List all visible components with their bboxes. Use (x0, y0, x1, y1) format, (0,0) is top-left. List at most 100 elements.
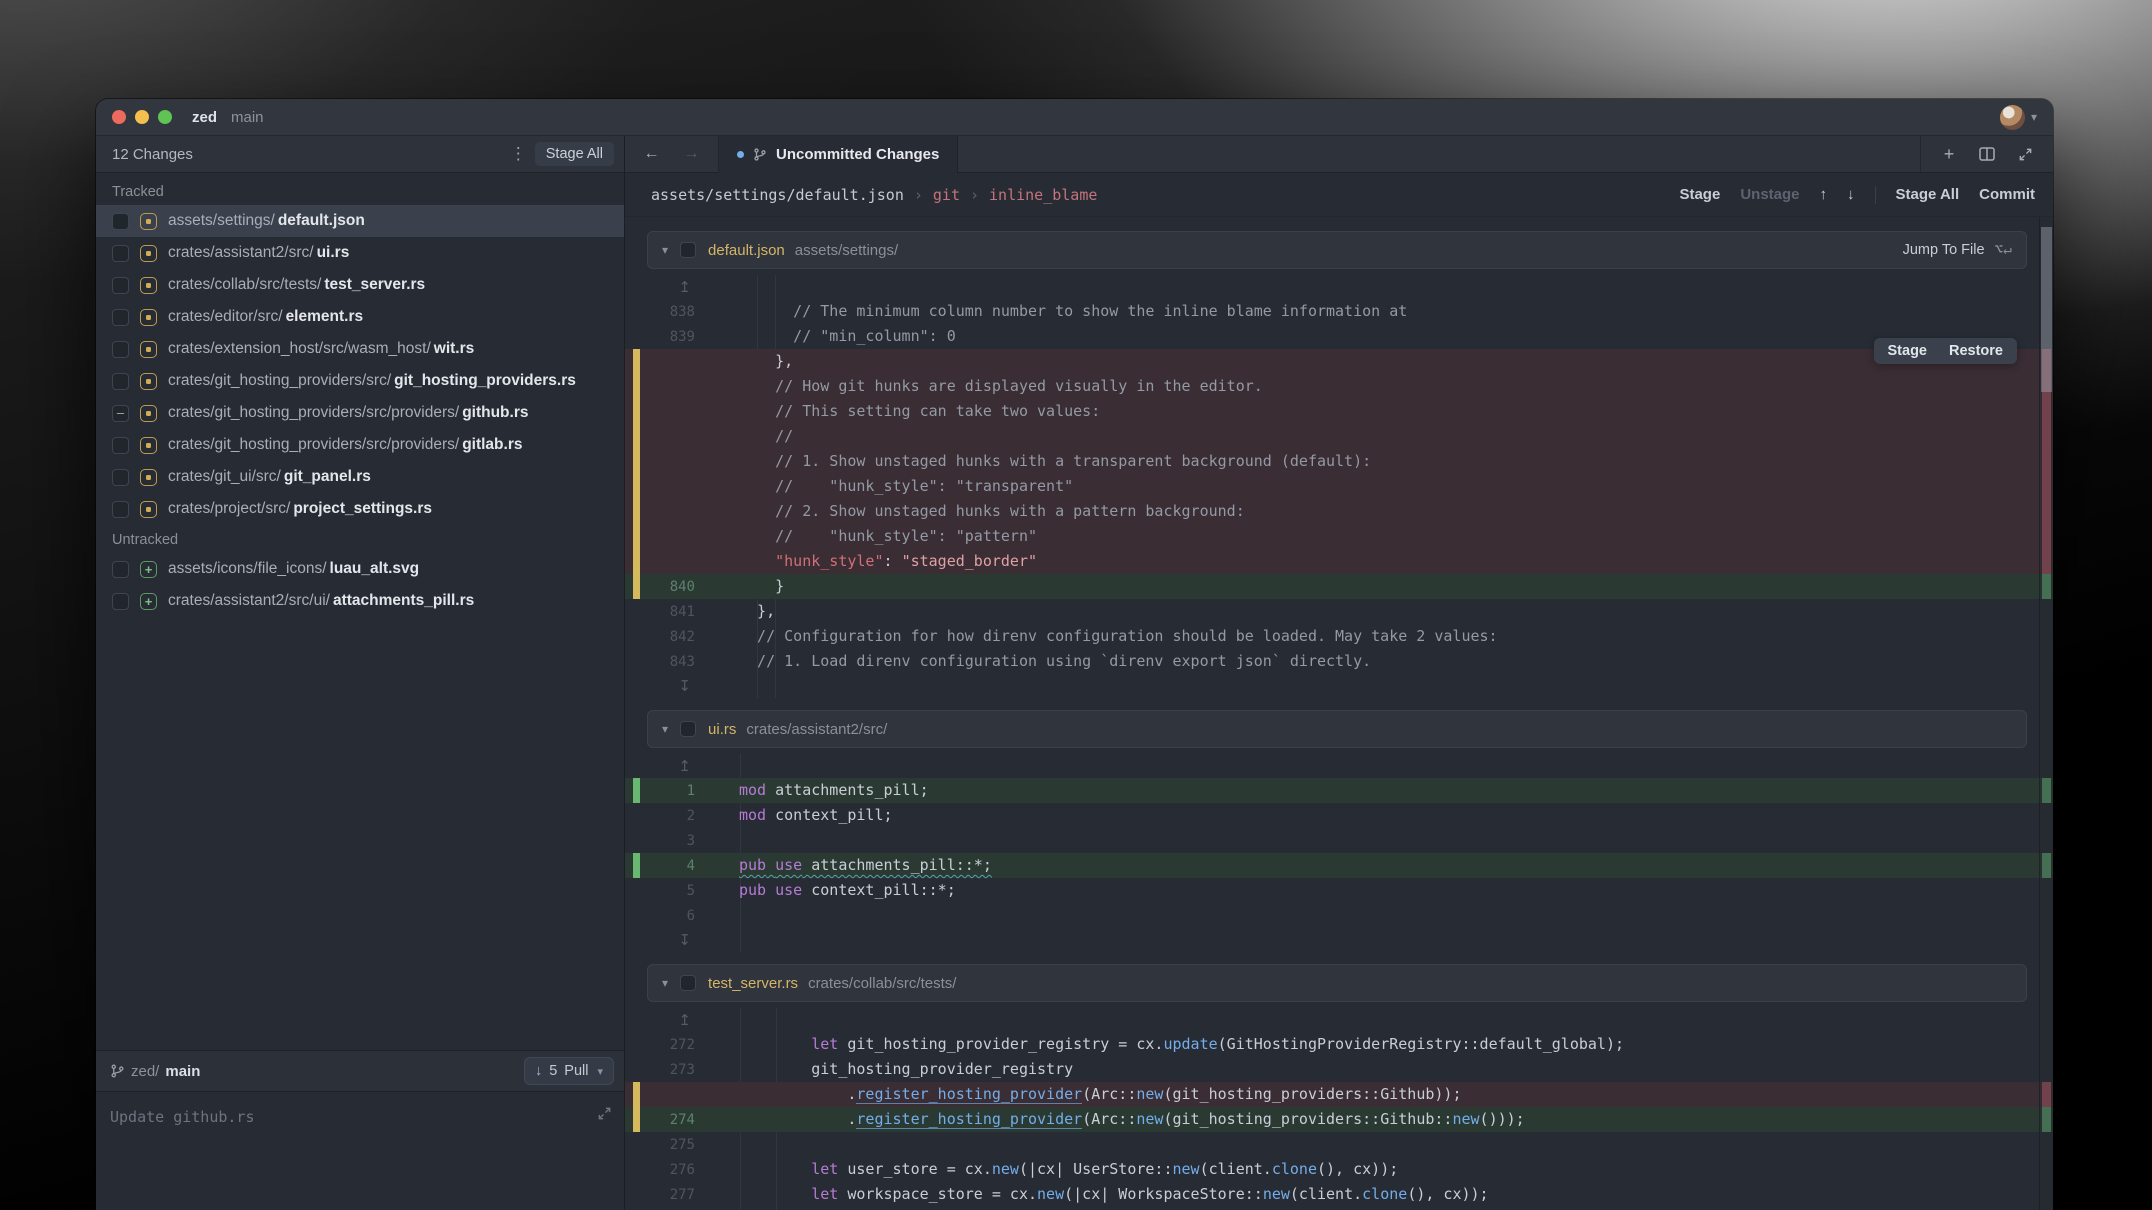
code-text[interactable]: // 2. Show unstaged hunks with a pattern… (739, 499, 1245, 524)
excerpt-header[interactable]: ▾ui.rscrates/assistant2/src/ (647, 710, 2027, 748)
code-line[interactable]: "hunk_style": "staged_border" (625, 549, 2053, 574)
file-row[interactable]: crates/assistant2/src/ui/attachments_pil… (96, 585, 624, 617)
code-line[interactable]: 274 .register_hosting_provider(Arc::new(… (625, 1107, 2053, 1132)
file-row[interactable]: crates/collab/src/tests/test_server.rs (96, 269, 624, 301)
code-line[interactable]: 272 let git_hosting_provider_registry = … (625, 1032, 2053, 1057)
code-text[interactable]: }, (739, 349, 793, 374)
file-checkbox[interactable] (112, 373, 129, 390)
expand-commit-editor-icon[interactable] (597, 1106, 612, 1121)
code-text[interactable]: // "min_column": 0 (739, 324, 956, 349)
code-text[interactable]: }, (739, 599, 775, 624)
chevron-down-icon[interactable]: ▾ (2031, 110, 2037, 124)
excerpt-checkbox[interactable] (680, 242, 696, 258)
excerpt-checkbox[interactable] (680, 721, 696, 737)
excerpt-header[interactable]: ▾default.jsonassets/settings/Jump To Fil… (647, 231, 2027, 269)
unstage-button[interactable]: Unstage (1740, 186, 1799, 203)
code-text[interactable]: mod context_pill; (739, 803, 893, 828)
expand-up-icon[interactable]: ↥ (625, 757, 701, 775)
code-text[interactable]: } (739, 574, 784, 599)
code-text[interactable]: // This setting can take two values: (739, 399, 1100, 424)
hunk-restore-button[interactable]: Restore (1949, 343, 2003, 359)
code-line[interactable]: 1mod attachments_pill; (625, 778, 2053, 803)
stage-all-button[interactable]: Stage All (1896, 186, 1960, 203)
scrollbar-thumb[interactable] (2041, 227, 2052, 392)
sidebar-stage-all-button[interactable]: Stage All (535, 142, 614, 166)
forward-button[interactable]: → (684, 145, 700, 163)
maximize-button[interactable] (158, 110, 172, 124)
avatar[interactable] (2000, 105, 2025, 130)
code-text[interactable]: .register_hosting_provider(Arc::new(git_… (739, 1082, 1461, 1107)
code-line[interactable]: 275 (625, 1132, 2053, 1157)
code-text[interactable]: // (739, 424, 793, 449)
file-checkbox[interactable] (112, 341, 129, 358)
file-row[interactable]: crates/git_hosting_providers/src/provide… (96, 397, 624, 429)
code-line[interactable]: // (625, 424, 2053, 449)
code-text[interactable]: // 1. Load direnv configuration using `d… (739, 649, 1371, 674)
overflow-menu-icon[interactable]: ⋮ (502, 144, 535, 164)
code-line[interactable]: 273 git_hosting_provider_registry (625, 1057, 2053, 1082)
file-checkbox[interactable] (112, 213, 129, 230)
expand-down-icon[interactable]: ↧ (625, 931, 701, 949)
file-row[interactable]: crates/git_ui/src/git_panel.rs (96, 461, 624, 493)
code-text[interactable]: // 1. Show unstaged hunks with a transpa… (739, 449, 1371, 474)
pull-button[interactable]: ↓ 5 Pull ▾ (524, 1057, 614, 1085)
file-row[interactable]: crates/git_hosting_providers/src/git_hos… (96, 365, 624, 397)
breadcrumb-seg-git[interactable]: git (933, 186, 960, 204)
hunk-stage-button[interactable]: Stage (1888, 343, 1928, 359)
next-hunk-icon[interactable]: ↓ (1847, 186, 1855, 203)
commit-button[interactable]: Commit (1979, 186, 2035, 203)
code-line[interactable]: // How git hunks are displayed visually … (625, 374, 2053, 399)
diff-editor[interactable]: ▾default.jsonassets/settings/Jump To Fil… (625, 217, 2053, 1210)
code-line[interactable]: // 2. Show unstaged hunks with a pattern… (625, 499, 2053, 524)
expand-up-icon[interactable]: ↥ (625, 1011, 701, 1029)
code-text[interactable]: let workspace_store = cx.new(|cx| Worksp… (739, 1182, 1489, 1207)
file-checkbox[interactable] (112, 469, 129, 486)
excerpt-checkbox[interactable] (680, 975, 696, 991)
code-line[interactable]: 3 (625, 828, 2053, 853)
breadcrumb-seg-inline-blame[interactable]: inline_blame (989, 186, 1097, 204)
scrollbar[interactable] (2039, 217, 2053, 1210)
file-row[interactable]: crates/git_hosting_providers/src/provide… (96, 429, 624, 461)
code-line[interactable]: // "hunk_style": "pattern" (625, 524, 2053, 549)
tab-uncommitted-changes[interactable]: Uncommitted Changes (719, 136, 958, 173)
code-line[interactable]: 276 let user_store = cx.new(|cx| UserSto… (625, 1157, 2053, 1182)
file-checkbox[interactable] (112, 277, 129, 294)
code-text[interactable]: pub use attachments_pill::*; (739, 853, 992, 878)
file-checkbox[interactable] (112, 405, 129, 422)
commit-message-editor[interactable]: Update github.rs (96, 1092, 624, 1210)
code-text[interactable]: let git_hosting_provider_registry = cx.u… (739, 1032, 1624, 1057)
breadcrumb[interactable]: assets/settings/default.json › git › inl… (651, 186, 1097, 204)
file-checkbox[interactable] (112, 593, 129, 610)
code-text[interactable]: let user_store = cx.new(|cx| UserStore::… (739, 1157, 1398, 1182)
file-checkbox[interactable] (112, 245, 129, 262)
code-text[interactable]: // "hunk_style": "pattern" (739, 524, 1037, 549)
back-button[interactable]: ← (644, 145, 660, 163)
code-line[interactable]: // 1. Show unstaged hunks with a transpa… (625, 449, 2053, 474)
code-line[interactable]: 838 // The minimum column number to show… (625, 299, 2053, 324)
minimize-button[interactable] (135, 110, 149, 124)
code-line[interactable]: 840 } (625, 574, 2053, 599)
repo-name[interactable]: zed/ (131, 1063, 159, 1080)
chevron-down-icon[interactable]: ▾ (597, 1065, 603, 1078)
code-line[interactable]: 4pub use attachments_pill::*; (625, 853, 2053, 878)
code-line[interactable]: 6 (625, 903, 2053, 928)
code-line[interactable]: 2mod context_pill; (625, 803, 2053, 828)
expand-down-icon[interactable]: ↧ (625, 677, 701, 695)
file-checkbox[interactable] (112, 309, 129, 326)
titlebar-branch[interactable]: main (231, 109, 264, 126)
jump-to-file-button[interactable]: Jump To File⌥↵ (1903, 242, 2012, 258)
excerpt-header[interactable]: ▾test_server.rscrates/collab/src/tests/ (647, 964, 2027, 1002)
code-text[interactable]: // "hunk_style": "transparent" (739, 474, 1073, 499)
code-text[interactable]: mod attachments_pill; (739, 778, 929, 803)
close-button[interactable] (112, 110, 126, 124)
file-checkbox[interactable] (112, 561, 129, 578)
code-text[interactable]: // The minimum column number to show the… (739, 299, 1407, 324)
code-line[interactable]: // This setting can take two values: (625, 399, 2053, 424)
file-checkbox[interactable] (112, 437, 129, 454)
code-text[interactable]: pub use context_pill::*; (739, 878, 956, 903)
file-row[interactable]: crates/assistant2/src/ui.rs (96, 237, 624, 269)
file-row[interactable]: assets/settings/default.json (96, 205, 624, 237)
chevron-down-icon[interactable]: ▾ (662, 243, 668, 257)
code-line[interactable]: // "hunk_style": "transparent" (625, 474, 2053, 499)
code-line[interactable]: 839 // "min_column": 0 (625, 324, 2053, 349)
